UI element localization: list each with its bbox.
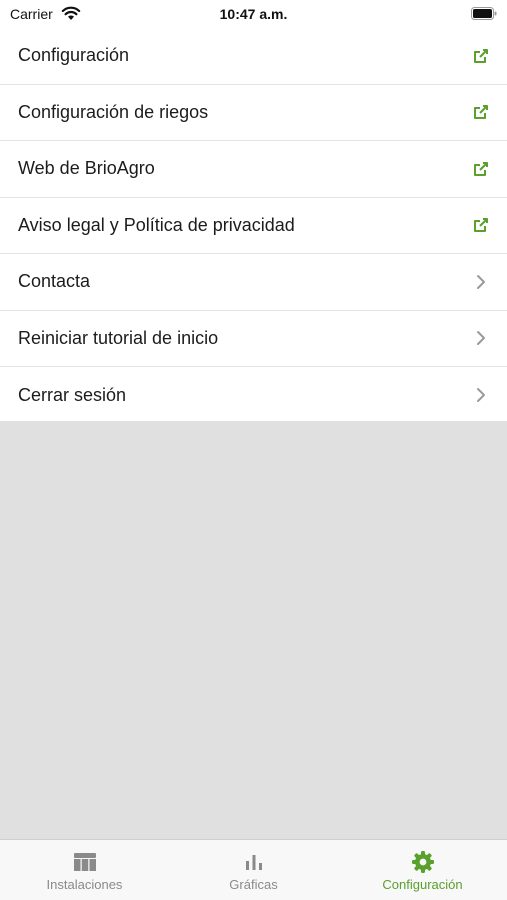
battery-icon	[471, 7, 497, 20]
menu-item-configuracion-riegos[interactable]: Configuración de riegos	[0, 85, 507, 141]
tab-graficas[interactable]: Gráficas	[169, 840, 338, 900]
menu-item-web-brioagro[interactable]: Web de BrioAgro	[0, 141, 507, 198]
tab-label: Configuración	[382, 877, 463, 892]
menu-item-label: Configuración	[18, 45, 130, 66]
chevron-right-icon	[472, 386, 490, 404]
menu-item-label: Contacta	[18, 271, 91, 292]
menu-item-label: Aviso legal y Política de privacidad	[18, 214, 295, 235]
menu-item-aviso-legal[interactable]: Aviso legal y Política de privacidad	[0, 198, 507, 254]
menu-item-label: Reiniciar tutorial de inicio	[18, 327, 219, 348]
menu-item-configuracion[interactable]: Configuración	[0, 28, 507, 85]
status-time: 10:47 a.m.	[219, 6, 288, 22]
status-bar: Carrier 10:47 a.m.	[0, 0, 507, 28]
menu-item-cerrar-sesion[interactable]: Cerrar sesión	[0, 367, 507, 424]
tab-instalaciones[interactable]: Instalaciones	[0, 840, 169, 900]
tab-label: Gráficas	[229, 877, 278, 892]
gear-icon	[411, 851, 435, 873]
tab-configuracion[interactable]: Configuración	[338, 840, 507, 900]
chevron-right-icon	[472, 329, 490, 347]
external-link-icon	[472, 47, 490, 65]
tab-label: Instalaciones	[46, 877, 123, 892]
menu-item-label: Cerrar sesión	[18, 384, 127, 405]
bar-chart-icon	[242, 851, 266, 873]
menu-item-contacta[interactable]: Contacta	[0, 254, 507, 311]
external-link-icon	[472, 216, 490, 234]
external-link-icon	[472, 160, 490, 178]
menu-item-label: Configuración de riegos	[18, 101, 209, 122]
table-icon	[73, 851, 97, 873]
menu-item-reiniciar-tutorial[interactable]: Reiniciar tutorial de inicio	[0, 311, 507, 367]
chevron-right-icon	[472, 273, 490, 291]
empty-content-area	[0, 421, 507, 839]
settings-menu: Configuración Configuración de riegos We…	[0, 28, 507, 424]
tab-bar: Instalaciones Gráficas Configuración	[0, 839, 507, 900]
menu-item-label: Web de BrioAgro	[18, 158, 155, 179]
external-link-icon	[472, 103, 490, 121]
